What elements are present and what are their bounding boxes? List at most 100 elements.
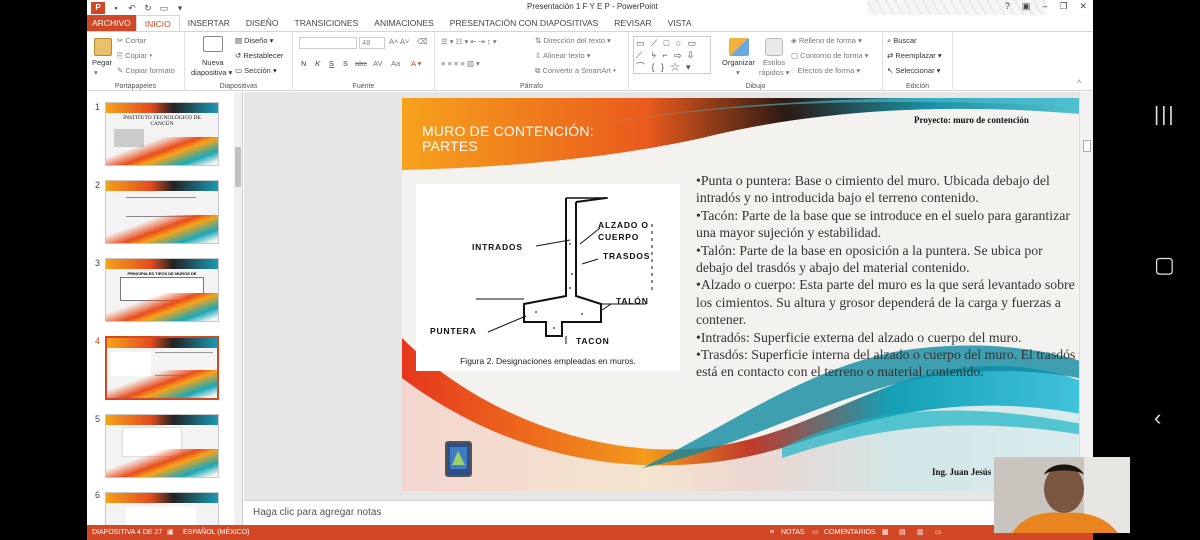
tab-vista[interactable]: VISTA xyxy=(660,15,700,31)
tab-inicio[interactable]: INICIO xyxy=(135,15,180,31)
back-icon[interactable]: ‹ xyxy=(1154,405,1161,431)
slide-thumbnail-2[interactable] xyxy=(105,180,219,244)
shape-fill-button[interactable]: ◈ Relleno de forma ▾ xyxy=(791,36,862,45)
redo-icon[interactable]: ↻ xyxy=(143,3,153,13)
notes-button[interactable]: NOTAS xyxy=(781,525,805,540)
change-case-button[interactable]: Aa xyxy=(391,59,400,68)
undo-icon[interactable]: ↶ xyxy=(127,3,137,13)
layout-button[interactable]: ▤ Diseño ▾ xyxy=(235,36,273,45)
select-button[interactable]: ↖ Seleccionar ▾ xyxy=(887,66,940,75)
slide-title[interactable]: MURO DE CONTENCIÓN: PARTES xyxy=(422,124,594,154)
notes-placeholder[interactable]: Haga clic para agregar notas xyxy=(253,507,381,518)
tab-animaciones[interactable]: ANIMACIONES xyxy=(366,15,442,31)
font-color-icon[interactable]: A ▾ xyxy=(411,59,421,68)
slide-thumbnail-4[interactable] xyxy=(105,336,219,400)
quick-styles-icon[interactable] xyxy=(765,38,783,56)
close-icon[interactable]: ✕ xyxy=(1079,1,1087,12)
notes-pane[interactable]: Haga clic para agregar notas xyxy=(244,500,1079,525)
shape-fill-label: Relleno de forma xyxy=(798,36,856,45)
wall-diagram-figure[interactable]: ALZADO O CUERPO INTRADOS TRASDOS TALÓN P… xyxy=(416,184,680,371)
group-label-portapapeles: Portapapeles xyxy=(114,83,157,90)
project-label[interactable]: Proyecto: muro de contención xyxy=(914,115,1029,125)
collapse-ribbon-icon[interactable]: ˄ xyxy=(1077,77,1081,86)
shadow-button[interactable]: S xyxy=(343,59,348,68)
underline-button[interactable]: S xyxy=(329,59,334,68)
tab-revisar[interactable]: REVISAR xyxy=(606,15,659,31)
smartart-button[interactable]: ⧉ Convertir a SmartArt ▾ xyxy=(535,66,616,76)
normal-view-icon[interactable]: ▦ xyxy=(882,525,889,540)
clear-format-icon[interactable]: ⌫ xyxy=(417,37,428,46)
slide-thumbnail-1[interactable]: INSTITUTO TECNOLÓGICO DE CANCÚN xyxy=(105,102,219,166)
shape-outline-button[interactable]: ▢ Contorno de forma ▾ xyxy=(791,51,869,60)
new-slide-button-line1[interactable]: Nueva xyxy=(202,58,224,67)
font-name-field[interactable] xyxy=(299,37,357,49)
slide-thumbnail-6[interactable] xyxy=(105,492,219,525)
shapes-gallery[interactable]: ▭ ⟋ □ ○ ▭ ⟋ ↳ ⌐ ⇨ ⇩ ⌒ { } ☆ ▾ xyxy=(633,36,711,74)
shape-effects-button[interactable]: ◌ Efectos de forma ▾ xyxy=(791,66,860,75)
quick-styles-line1[interactable]: Estilos xyxy=(763,58,785,67)
arrange-dropdown-icon[interactable]: ▾ xyxy=(736,68,740,77)
reset-button[interactable]: ↺ Restablecer xyxy=(235,51,283,60)
spacing-button[interactable]: AV xyxy=(373,59,382,68)
comments-button[interactable]: COMENTARIOS xyxy=(824,525,876,540)
thumbnail-scroll-thumb[interactable] xyxy=(235,147,241,187)
group-portapapeles: Pegar ▾ ✂ Cortar ⎘ Copiar ▾ ✎ Copiar for… xyxy=(87,32,185,91)
new-slide-icon[interactable] xyxy=(203,36,223,52)
tab-transiciones[interactable]: TRANSICIONES xyxy=(287,15,367,31)
recent-apps-icon[interactable]: ||| xyxy=(1154,104,1176,127)
grow-font-icon[interactable]: A˄ A˅ xyxy=(389,37,409,46)
group-label-fuente: Fuente xyxy=(352,83,375,90)
find-button[interactable]: ⌕ Buscar xyxy=(887,36,917,46)
align-text-button[interactable]: ⇳ Alinear texto ▾ xyxy=(535,51,591,60)
start-presentation-icon[interactable]: ▭ xyxy=(159,3,169,13)
notes-icon[interactable]: ≡ xyxy=(770,525,774,540)
bullet-talon: •Talón: Parte de la base en oposición a … xyxy=(696,242,1043,276)
new-slide-button[interactable]: diapositiva ▾ xyxy=(191,68,232,77)
paste-icon[interactable] xyxy=(94,38,112,56)
reading-view-icon[interactable]: ▥ xyxy=(917,525,924,540)
restore-icon[interactable]: ❐ xyxy=(1059,1,1067,12)
bullets-icon[interactable]: ☰ ▾ ☷ ▾ ⇤ ⇥ ↕ ▾ xyxy=(441,37,497,46)
home-icon[interactable]: ▢ xyxy=(1154,252,1175,278)
language-indicator[interactable]: ESPAÑOL (MÉXICO) xyxy=(183,525,250,540)
current-slide[interactable]: MURO DE CONTENCIÓN: PARTES Proyecto: mur… xyxy=(402,98,1093,491)
editor-scroll-thumb[interactable] xyxy=(1083,140,1091,152)
window-controls: ? ▣ – ❐ ✕ xyxy=(1005,1,1087,12)
spellcheck-icon[interactable]: ▣ xyxy=(167,525,174,540)
strikethrough-button[interactable]: abc xyxy=(355,59,367,68)
paste-dropdown-icon[interactable]: ▾ xyxy=(94,68,98,77)
save-icon[interactable]: ▪ xyxy=(111,3,121,13)
copy-button[interactable]: ⎘ Copiar ▾ xyxy=(117,51,152,61)
text-direction-button[interactable]: ⇅ Dirección del texto ▾ xyxy=(535,36,611,45)
tab-insertar[interactable]: INSERTAR xyxy=(180,15,238,31)
minimize-icon[interactable]: – xyxy=(1042,1,1047,12)
thumbnail-waves xyxy=(106,449,218,477)
slideshow-view-icon[interactable]: ▭ xyxy=(935,525,942,540)
bold-button[interactable]: N xyxy=(301,59,306,68)
customize-toolbar-icon[interactable]: ▾ xyxy=(175,3,185,13)
help-icon[interactable]: ? xyxy=(1005,1,1010,12)
slide-body-text[interactable]: •Punta o puntera: Base o cimiento del mu… xyxy=(696,172,1078,381)
replace-button[interactable]: ⇄ Reemplazar ▾ xyxy=(887,51,942,60)
format-painter-button[interactable]: ✎ Copiar formato xyxy=(117,66,175,75)
paste-button[interactable]: Pegar xyxy=(92,58,112,67)
tab-archivo[interactable]: ARCHIVO xyxy=(87,15,136,31)
italic-button[interactable]: K xyxy=(315,59,320,68)
quick-styles-button[interactable]: rápidos ▾ xyxy=(759,68,789,77)
font-size-field[interactable]: 48 xyxy=(359,37,385,49)
cut-button[interactable]: ✂ Cortar xyxy=(117,36,146,45)
tab-diseno[interactable]: DISEÑO xyxy=(238,15,287,31)
tab-presentacion[interactable]: PRESENTACIÓN CON DIAPOSITIVAS xyxy=(442,15,606,31)
ribbon-display-icon[interactable]: ▣ xyxy=(1022,1,1031,12)
arrange-icon[interactable] xyxy=(729,38,749,56)
slide-thumbnail-5[interactable] xyxy=(105,414,219,478)
section-button[interactable]: ▭ Sección ▾ xyxy=(235,66,277,75)
comments-icon[interactable]: ▭ xyxy=(812,525,819,540)
thumbnail-number: 1 xyxy=(95,102,101,112)
sorter-view-icon[interactable]: ▤ xyxy=(899,525,906,540)
align-icons[interactable]: ≡ ≡ ≡ ≡ ▥ ▾ xyxy=(441,59,480,68)
slide-thumbnail-3[interactable]: PRINCIPALES TIPOS DE MUROS DE CONTENCIÓN xyxy=(105,258,219,322)
thumbnail-scrollbar[interactable] xyxy=(234,92,242,525)
thumbnail-header xyxy=(106,415,218,425)
arrange-button[interactable]: Organizar xyxy=(722,58,755,67)
